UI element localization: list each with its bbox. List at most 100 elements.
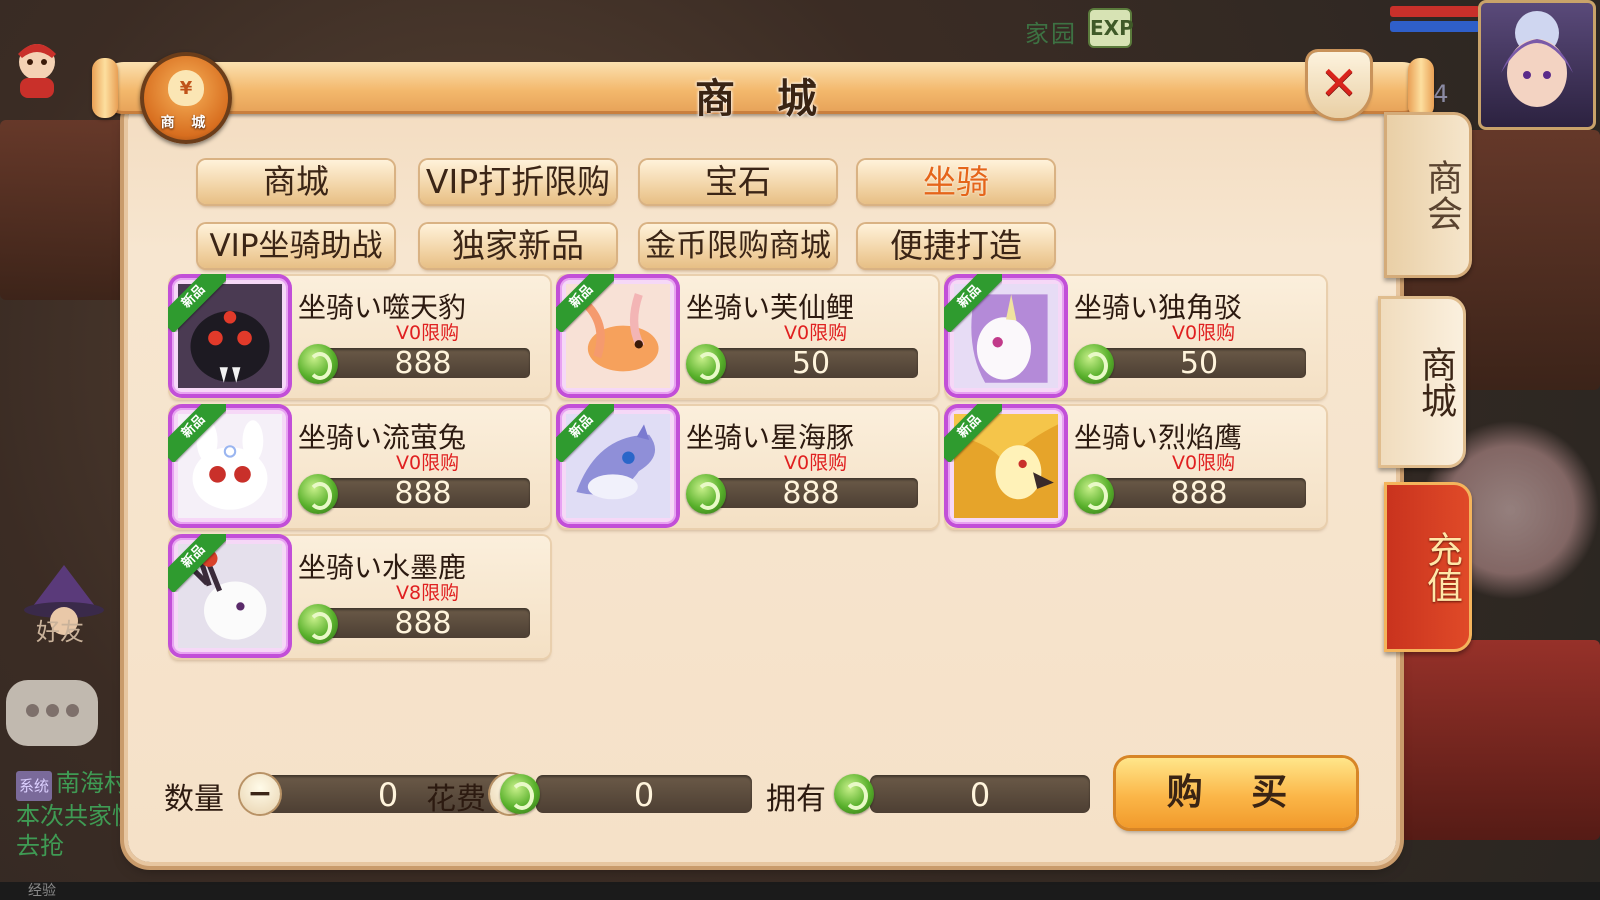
jade-coin-icon bbox=[298, 604, 338, 644]
new-ribbon-label: 新品 bbox=[556, 404, 614, 462]
category-label: 金币限购商城 bbox=[645, 228, 831, 264]
new-ribbon-label: 新品 bbox=[168, 404, 226, 462]
category-label: VIP坐骑助战 bbox=[209, 228, 383, 264]
item-price-bar: 50 bbox=[704, 346, 918, 381]
cost-value: 0 bbox=[633, 776, 655, 814]
tab-label: 商会 bbox=[1421, 159, 1462, 231]
background-building bbox=[0, 120, 130, 300]
new-ribbon: 新品 bbox=[944, 404, 1002, 462]
item-price-bar: 888 bbox=[316, 476, 530, 511]
new-ribbon-label: 新品 bbox=[168, 534, 226, 592]
chat-button[interactable] bbox=[6, 680, 98, 746]
mount-item-card[interactable]: 新品 坐骑い流萤兔 V0限购 888 bbox=[168, 404, 550, 528]
avatar-portrait-icon bbox=[1501, 11, 1573, 107]
new-ribbon: 新品 bbox=[556, 404, 614, 462]
chat-dot-icon bbox=[66, 704, 79, 717]
close-button[interactable]: ✕ bbox=[1308, 52, 1370, 118]
new-ribbon-label: 新品 bbox=[944, 274, 1002, 332]
category-label: VIP打折限购 bbox=[425, 162, 611, 201]
category-gems[interactable]: 宝石 bbox=[640, 160, 836, 204]
cost-label: 花费 bbox=[426, 782, 486, 817]
category-label: 商城 bbox=[263, 162, 329, 201]
category-label: 便捷打造 bbox=[890, 226, 1022, 265]
jade-coin-icon bbox=[298, 474, 338, 514]
shop-emblem-icon: ¥ 商 城 bbox=[140, 52, 232, 144]
mount-item-card[interactable]: 新品 坐骑い噬天豹 V0限购 888 bbox=[168, 274, 550, 398]
quantity-label: 数量 bbox=[164, 782, 224, 817]
category-gold-limited-shop[interactable]: 金币限购商城 bbox=[640, 224, 836, 268]
mount-item-card[interactable]: 新品 坐骑い独角驳 V0限购 50 bbox=[944, 274, 1326, 398]
item-price-bar: 888 bbox=[316, 346, 530, 381]
exp-strip: 经验 bbox=[0, 882, 1600, 900]
item-price-bar: 888 bbox=[704, 476, 918, 511]
mp-bar bbox=[1390, 21, 1480, 32]
item-price: 888 bbox=[394, 476, 452, 511]
category-exclusive-new[interactable]: 独家新品 bbox=[420, 224, 616, 268]
buy-button[interactable]: 购 买 bbox=[1116, 758, 1356, 828]
item-price: 888 bbox=[394, 606, 452, 641]
mount-item-card[interactable]: 新品 坐骑い芙仙鲤 V0限购 50 bbox=[556, 274, 938, 398]
category-quick-craft[interactable]: 便捷打造 bbox=[858, 224, 1054, 268]
new-ribbon: 新品 bbox=[168, 534, 226, 592]
item-purchase-limit: V0限购 bbox=[1172, 322, 1236, 344]
category-label: 坐骑 bbox=[923, 162, 989, 201]
jade-coin-icon bbox=[686, 474, 726, 514]
item-price: 888 bbox=[782, 476, 840, 511]
chat-dot-icon bbox=[46, 704, 59, 717]
system-tag: 系统 bbox=[16, 771, 53, 801]
tab-guild-shop[interactable]: 商会 bbox=[1384, 112, 1472, 278]
exp-badge[interactable]: EXP bbox=[1088, 8, 1134, 48]
status-bars bbox=[1390, 6, 1480, 36]
jade-coin-icon bbox=[834, 774, 874, 814]
background-building bbox=[1380, 640, 1600, 840]
tab-recharge[interactable]: 充值 bbox=[1384, 482, 1472, 652]
item-price: 888 bbox=[394, 346, 452, 381]
category-mounts[interactable]: 坐骑 bbox=[858, 160, 1054, 204]
category-shop[interactable]: 商城 bbox=[198, 160, 394, 204]
new-ribbon-label: 新品 bbox=[556, 274, 614, 332]
item-price: 888 bbox=[1170, 476, 1228, 511]
owned-label: 拥有 bbox=[766, 782, 826, 817]
new-ribbon: 新品 bbox=[168, 274, 226, 332]
tab-label: 商城 bbox=[1415, 346, 1456, 418]
item-purchase-limit: V8限购 bbox=[396, 582, 460, 604]
mount-item-card[interactable]: 新品 坐骑い水墨鹿 V8限购 888 bbox=[168, 534, 550, 658]
shop-emblem-label: 商 城 bbox=[160, 115, 212, 131]
shop-dialog: 商 城 ¥ 商 城 ✕ 商城 VIP打折限购 宝石 坐骑 VIP坐骑助战 独家新… bbox=[92, 52, 1434, 862]
item-purchase-limit: V0限购 bbox=[784, 452, 848, 474]
player-avatar[interactable] bbox=[1478, 0, 1596, 130]
decrease-quantity-button[interactable]: − bbox=[240, 774, 280, 814]
category-vip-discount[interactable]: VIP打折限购 bbox=[420, 160, 616, 204]
friends-label[interactable]: 好友 bbox=[36, 612, 84, 647]
close-icon: ✕ bbox=[1319, 56, 1359, 110]
item-price-bar: 888 bbox=[1092, 476, 1306, 511]
item-purchase-limit: V0限购 bbox=[1172, 452, 1236, 474]
system-chat-message: 系统 南海村本次共家快去抢 bbox=[16, 768, 136, 861]
category-label: 宝石 bbox=[705, 162, 771, 201]
jade-coin-icon bbox=[1074, 344, 1114, 384]
mount-item-card[interactable]: 新品 坐骑い星海豚 V0限购 888 bbox=[556, 404, 938, 528]
tab-shop[interactable]: 商城 bbox=[1378, 296, 1466, 468]
jade-coin-icon bbox=[298, 344, 338, 384]
owned-display: 0 bbox=[870, 775, 1090, 814]
item-purchase-limit: V0限购 bbox=[784, 322, 848, 344]
god-of-wealth-icon[interactable] bbox=[8, 36, 66, 100]
exp-label: 经验 bbox=[28, 883, 56, 899]
category-vip-mount-assist[interactable]: VIP坐骑助战 bbox=[198, 224, 394, 268]
hp-bar bbox=[1390, 6, 1480, 17]
new-ribbon-label: 新品 bbox=[944, 404, 1002, 462]
mount-item-card[interactable]: 新品 坐骑い烈焰鹰 V0限购 888 bbox=[944, 404, 1326, 528]
new-ribbon: 新品 bbox=[944, 274, 1002, 332]
item-price: 50 bbox=[1179, 346, 1219, 381]
tab-label: 充值 bbox=[1421, 531, 1462, 603]
jade-coin-icon bbox=[1074, 474, 1114, 514]
category-label: 独家新品 bbox=[452, 226, 584, 265]
jade-coin-icon bbox=[686, 344, 726, 384]
owned-value: 0 bbox=[969, 776, 991, 814]
item-price-bar: 50 bbox=[1092, 346, 1306, 381]
home-label[interactable]: 家园 bbox=[1025, 14, 1077, 49]
item-price: 50 bbox=[791, 346, 831, 381]
item-price-bar: 888 bbox=[316, 606, 530, 641]
dialog-title: 商 城 bbox=[695, 76, 831, 122]
new-ribbon: 新品 bbox=[556, 274, 614, 332]
